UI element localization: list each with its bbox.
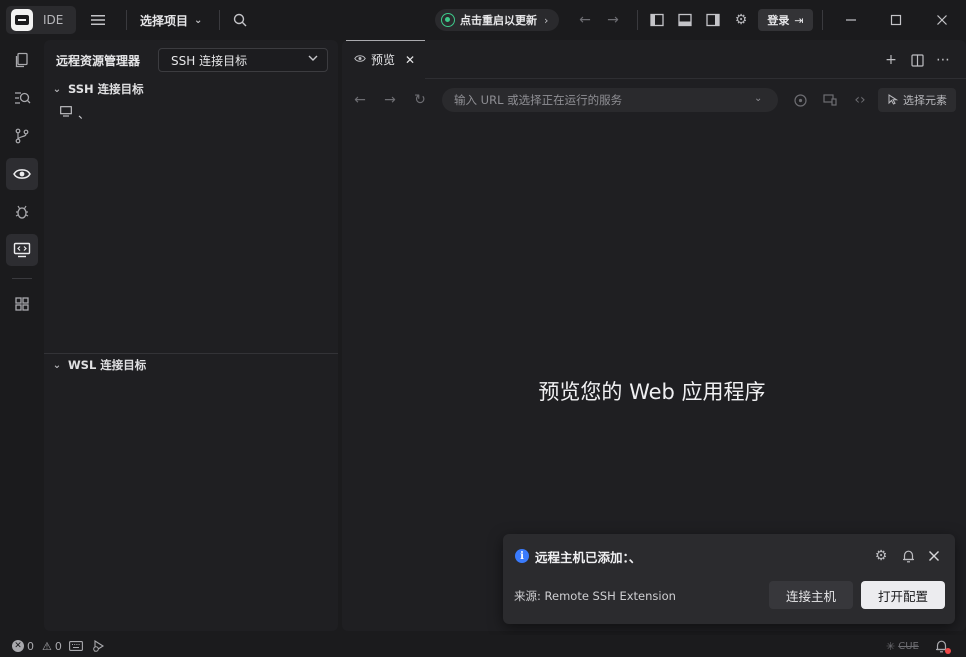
explorer-files-icon[interactable] bbox=[6, 44, 38, 76]
debug-bug-icon[interactable] bbox=[6, 196, 38, 228]
update-label: 点击重启以更新 bbox=[460, 14, 537, 27]
logo-text: IDE bbox=[43, 13, 64, 27]
remote-explorer-icon[interactable] bbox=[6, 234, 38, 266]
separator bbox=[219, 10, 220, 30]
maximize-icon[interactable] bbox=[886, 10, 906, 30]
monitor-icon bbox=[60, 106, 72, 120]
warning-count: 0 bbox=[54, 639, 62, 653]
panel-title: 远程资源管理器 bbox=[56, 53, 141, 68]
separator bbox=[637, 10, 638, 30]
app-logo-icon bbox=[11, 9, 33, 31]
close-tab-icon[interactable]: ✕ bbox=[405, 53, 415, 67]
split-editor-icon[interactable] bbox=[907, 50, 927, 70]
preview-eye-icon[interactable] bbox=[6, 158, 38, 190]
settings-gear-icon[interactable]: ⚙ bbox=[731, 10, 751, 30]
eye-icon bbox=[354, 53, 366, 66]
project-selector[interactable]: 选择项目 ⌄ bbox=[140, 10, 202, 30]
bell-mute-icon[interactable] bbox=[898, 546, 918, 566]
notification-badge bbox=[945, 648, 951, 654]
update-button[interactable]: 点击重启以更新 › bbox=[435, 9, 559, 31]
ssh-section-label: SSH 连接目标 bbox=[68, 82, 144, 96]
search-icon[interactable] bbox=[230, 10, 250, 30]
error-icon: ✕ bbox=[12, 640, 24, 652]
close-notification-icon[interactable] bbox=[924, 546, 944, 566]
ssh-section-header[interactable]: ⌄ SSH 连接目标 bbox=[50, 79, 144, 99]
separator bbox=[126, 10, 127, 30]
notification-title: 远程主机已添加：、 bbox=[535, 550, 642, 565]
open-config-button[interactable]: 打开配置 bbox=[861, 581, 945, 609]
run-debug-icon[interactable] bbox=[92, 639, 106, 653]
refresh-icon[interactable]: ↻ bbox=[410, 90, 430, 110]
tab-label: 预览 bbox=[371, 53, 396, 67]
app-logo-button[interactable]: IDE bbox=[6, 6, 76, 34]
compass-icon[interactable] bbox=[790, 90, 810, 110]
update-download-icon bbox=[441, 13, 455, 27]
separator bbox=[822, 10, 823, 30]
minimize-icon[interactable] bbox=[841, 10, 861, 30]
login-arrow-icon: ⇥ bbox=[794, 13, 804, 27]
tab-bar-border bbox=[425, 78, 966, 79]
forward-arrow-icon[interactable]: → bbox=[603, 10, 623, 30]
separator bbox=[12, 278, 32, 279]
chevron-down-icon: ⌄ bbox=[194, 14, 203, 26]
code-brackets-icon[interactable]: ‹› bbox=[850, 90, 870, 110]
keyboard-icon[interactable] bbox=[69, 639, 83, 653]
more-options-icon[interactable]: ⋯ bbox=[933, 50, 953, 70]
remote-target-select-value: SSH 连接目标 bbox=[171, 53, 248, 68]
problems-status[interactable]: ✕ 0 ⚠ 0 bbox=[12, 639, 62, 653]
select-element-label: 选择元素 bbox=[903, 94, 947, 107]
info-icon: i bbox=[515, 549, 529, 563]
toggle-bottom-panel-icon[interactable] bbox=[675, 10, 695, 30]
cursor-select-icon bbox=[887, 93, 899, 108]
status-bar: ✕ 0 ⚠ 0 ✳ CUE bbox=[0, 635, 966, 657]
chevron-down-icon: ⌄ bbox=[52, 359, 62, 371]
search-files-icon[interactable] bbox=[6, 82, 38, 114]
chevron-down-icon: ⌄ bbox=[52, 83, 62, 95]
login-label: 登录 bbox=[767, 14, 790, 27]
chevron-right-icon: › bbox=[544, 13, 549, 27]
project-selector-label: 选择项目 bbox=[140, 13, 189, 28]
chevron-down-icon bbox=[307, 52, 319, 67]
ssh-host-label: 、 bbox=[78, 106, 91, 121]
menu-icon[interactable] bbox=[88, 10, 108, 30]
warning-icon: ⚠ bbox=[42, 639, 52, 653]
device-emulation-icon[interactable] bbox=[820, 90, 840, 110]
notification-toast: i 远程主机已添加：、 ⚙ 来源: Remote SSH Extension 连… bbox=[503, 534, 955, 624]
remote-explorer-panel: 远程资源管理器 SSH 连接目标 ⌄ SSH 连接目标 、 ⌄ WSL 连接目标 bbox=[44, 40, 338, 631]
back-arrow-icon[interactable]: ← bbox=[575, 10, 595, 30]
login-button[interactable]: 登录 ⇥ bbox=[758, 9, 813, 31]
settings-gear-icon[interactable]: ⚙ bbox=[871, 546, 891, 566]
toggle-left-panel-icon[interactable] bbox=[647, 10, 667, 30]
remote-target-select[interactable]: SSH 连接目标 bbox=[158, 48, 328, 72]
error-count: 0 bbox=[27, 639, 34, 653]
forward-arrow-icon[interactable]: → bbox=[380, 90, 400, 110]
remote-status-icon[interactable]: ✳ CUE bbox=[886, 639, 919, 653]
new-tab-plus-icon[interactable]: + bbox=[881, 50, 901, 70]
close-window-icon[interactable] bbox=[932, 10, 952, 30]
chevron-down-icon[interactable]: ⌄ bbox=[754, 93, 762, 104]
ssh-host-item[interactable]: 、 bbox=[60, 104, 90, 122]
connect-host-button[interactable]: 连接主机 bbox=[769, 581, 853, 609]
preview-heading: 预览您的 Web 应用程序 bbox=[538, 380, 766, 404]
toggle-right-panel-icon[interactable] bbox=[703, 10, 723, 30]
select-element-button[interactable]: 选择元素 bbox=[878, 88, 956, 112]
tab-preview[interactable]: 预览 ✕ bbox=[346, 40, 425, 78]
notification-source: 来源: Remote SSH Extension bbox=[514, 589, 676, 603]
wsl-section-label: WSL 连接目标 bbox=[68, 358, 147, 372]
url-input[interactable] bbox=[442, 88, 778, 112]
back-arrow-icon[interactable]: ← bbox=[350, 90, 370, 110]
title-bar: IDE 选择项目 ⌄ 点击重启以更新 › ← → ⚙ 登录 ⇥ bbox=[0, 0, 966, 40]
extensions-grid-icon[interactable] bbox=[6, 288, 38, 320]
activity-bar bbox=[0, 40, 44, 633]
wsl-section-header[interactable]: ⌄ WSL 连接目标 bbox=[50, 355, 147, 375]
section-divider[interactable] bbox=[44, 353, 338, 354]
source-control-icon[interactable] bbox=[6, 120, 38, 152]
